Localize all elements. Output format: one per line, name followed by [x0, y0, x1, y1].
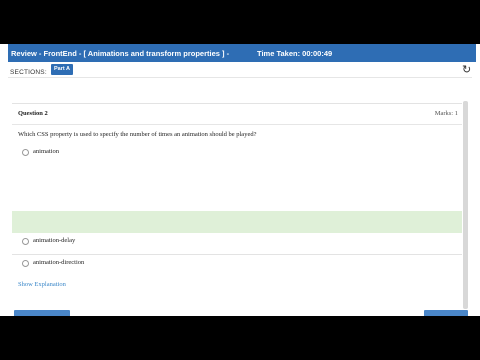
radio-unselected-icon[interactable]	[22, 260, 29, 267]
option-label: animation-delay	[33, 237, 76, 244]
refresh-icon[interactable]: ↻	[462, 63, 471, 76]
question-number: Question 2	[18, 110, 48, 117]
radio-unselected-icon[interactable]	[22, 238, 29, 245]
option-label: animation	[33, 148, 59, 155]
next-button[interactable]	[424, 310, 468, 316]
part-a-button[interactable]: Part A	[51, 64, 73, 75]
time-taken: Time Taken: 00:00:49	[257, 49, 333, 58]
divider	[8, 77, 472, 78]
app-screen: Review - FrontEnd - [ Animations and tra…	[0, 44, 480, 316]
option-label: animation-direction	[33, 259, 85, 266]
question-marks: Marks: 1	[434, 110, 458, 117]
sections-label: SECTIONS:	[10, 69, 47, 76]
scrollbar[interactable]	[463, 101, 468, 309]
review-title: Review - FrontEnd - [ Animations and tra…	[11, 49, 230, 58]
question-card: Question 2 Marks: 1 Which CSS property i…	[12, 103, 462, 288]
option-animation-delay[interactable]: animation-delay	[12, 230, 462, 252]
show-explanation-link[interactable]: Show Explanation	[18, 281, 66, 288]
option-animation[interactable]: animation	[12, 141, 462, 163]
question-text: Which CSS property is used to specify th…	[18, 131, 257, 138]
option-animation-direction[interactable]: animation-direction	[12, 252, 462, 274]
radio-unselected-icon[interactable]	[22, 149, 29, 156]
divider	[12, 124, 462, 125]
title-bar: Review - FrontEnd - [ Animations and tra…	[8, 44, 476, 62]
previous-button[interactable]	[14, 310, 70, 316]
